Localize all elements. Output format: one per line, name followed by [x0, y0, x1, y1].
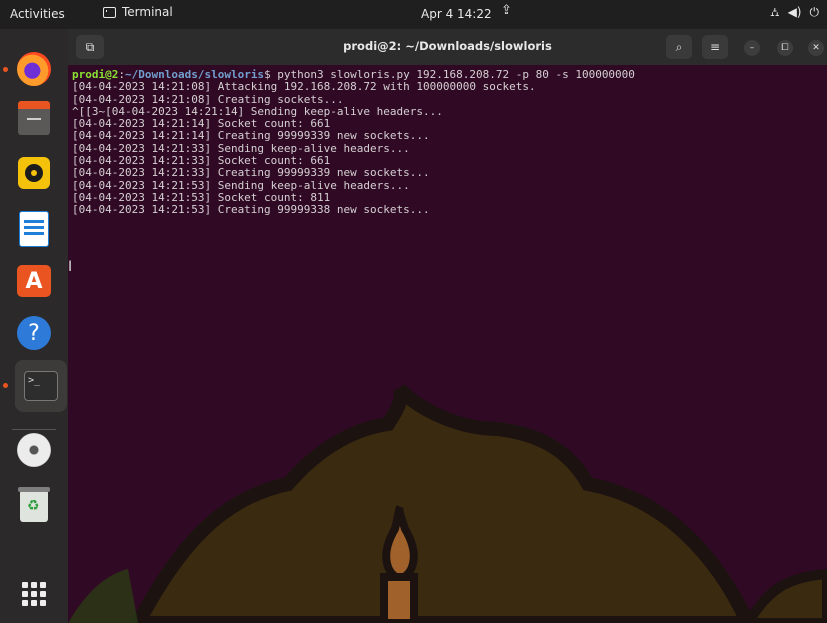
clock[interactable]: Apr 4 14:22 — [421, 7, 492, 21]
trash-icon — [18, 487, 50, 522]
command-text: $ python3 slowloris.py 192.168.208.72 -p… — [264, 68, 635, 81]
rhythmbox-icon — [18, 157, 50, 189]
prompt-path: ~/Downloads/slowloris — [124, 68, 265, 81]
dock: A ? >_ — [0, 29, 68, 623]
minimize-button[interactable]: – — [744, 40, 760, 56]
notification-icon[interactable]: ⇪ — [501, 3, 512, 18]
terminal-window[interactable]: ⧉ prodi@2: ~/Downloads/slowloris ⌕ ≡ – ⧠… — [68, 29, 827, 623]
close-icon: ✕ — [812, 43, 820, 53]
system-tray[interactable]: ⛼ ◀) ⏻ — [770, 5, 819, 21]
files-launcher[interactable] — [14, 101, 54, 141]
help-launcher[interactable]: ? — [14, 313, 54, 353]
writer-icon — [19, 211, 49, 247]
running-indicator — [3, 383, 8, 388]
output-line: [04-04-2023 14:21:33] Creating 99999339 … — [72, 166, 430, 180]
terminal-icon: >_ — [24, 371, 58, 401]
network-icon[interactable]: ⛼ — [770, 5, 779, 21]
dvd-launcher[interactable] — [14, 430, 54, 470]
search-icon: ⌕ — [675, 39, 683, 54]
help-icon: ? — [17, 316, 51, 350]
app-name: Terminal — [122, 5, 173, 19]
dvd-icon — [17, 433, 51, 467]
output-line: [04-04-2023 14:21:08] Attacking 192.168.… — [72, 80, 536, 94]
activities-button[interactable]: Activities — [10, 7, 65, 21]
show-apps-button[interactable] — [14, 574, 54, 614]
top-bar: Activities Terminal Apr 4 14:22 ⇪ ⛼ ◀) ⏻ — [0, 0, 827, 29]
app-center-launcher[interactable]: A — [14, 261, 54, 301]
hamburger-menu-icon: ≡ — [709, 40, 721, 54]
prompt-user: prodi@2 — [72, 68, 119, 81]
terminal-output[interactable]: prodi@2:~/Downloads/slowloris$ python3 s… — [72, 68, 635, 217]
app-center-icon: A — [17, 265, 51, 297]
menu-button[interactable]: ≡ — [702, 35, 728, 59]
maximize-icon: ⧠ — [781, 43, 789, 53]
power-icon[interactable]: ⏻ — [810, 5, 820, 21]
rhythmbox-launcher[interactable] — [14, 153, 54, 193]
new-tab-button[interactable]: ⧉ — [76, 35, 104, 59]
terminal-launcher[interactable]: >_ — [15, 360, 67, 412]
close-button[interactable]: ✕ — [808, 40, 824, 56]
minimize-icon: – — [749, 43, 755, 53]
running-indicator — [3, 67, 8, 72]
new-tab-icon: ⧉ — [85, 39, 95, 54]
output-line: [04-04-2023 14:21:53] Creating 99999338 … — [72, 203, 430, 217]
maximize-button[interactable]: ⧠ — [777, 40, 793, 56]
app-menu[interactable]: Terminal — [103, 5, 173, 19]
firefox-launcher[interactable] — [14, 49, 54, 89]
files-icon — [18, 101, 50, 135]
volume-icon[interactable]: ◀) — [788, 5, 802, 21]
prompt-separator: : — [118, 68, 125, 81]
trash-launcher[interactable] — [14, 486, 54, 526]
text-cursor-icon: I — [68, 259, 73, 275]
writer-launcher[interactable] — [14, 209, 54, 249]
terminal-header-bar: ⧉ prodi@2: ~/Downloads/slowloris ⌕ ≡ – ⧠… — [68, 29, 827, 65]
search-button[interactable]: ⌕ — [666, 35, 692, 59]
show-apps-icon — [22, 582, 46, 606]
output-line: [04-04-2023 14:21:14] Creating 99999339 … — [72, 129, 430, 143]
firefox-icon — [17, 52, 51, 86]
terminal-small-icon — [103, 6, 116, 18]
